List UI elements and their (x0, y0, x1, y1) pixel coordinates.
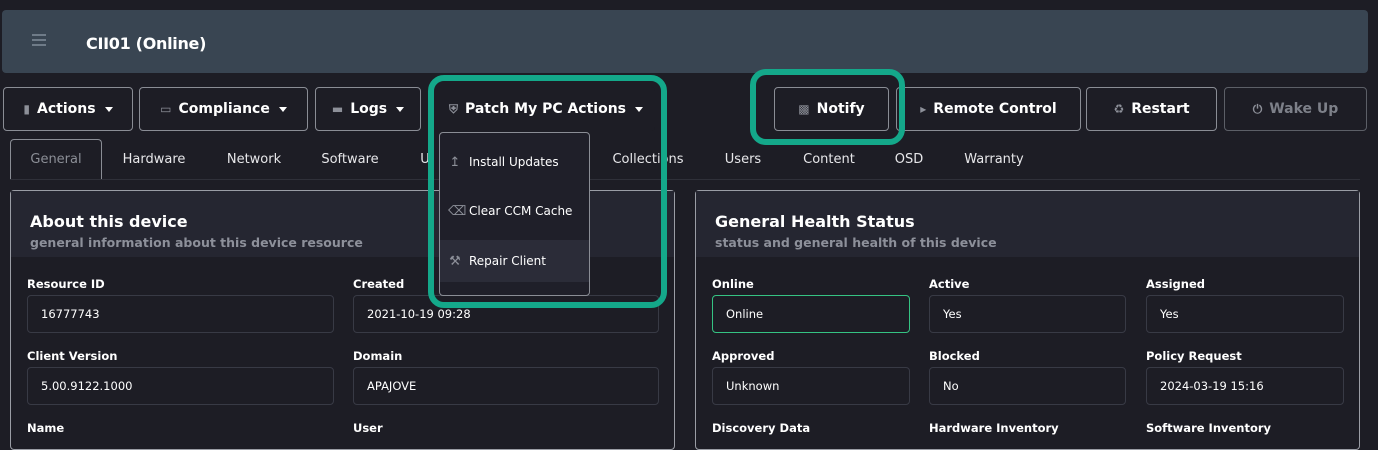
name-label: Name (27, 421, 65, 435)
software-inventory-label: Software Inventory (1146, 421, 1272, 435)
device-header: CII01 (Online) (2, 10, 1368, 73)
active-label: Active (929, 277, 970, 291)
card-subtitle: status and general health of this device (715, 235, 997, 250)
online-label: Online (712, 277, 754, 291)
client-version-label: Client Version (27, 349, 118, 363)
tab-general[interactable]: General (10, 139, 102, 179)
domain-label: Domain (353, 349, 403, 363)
comment-icon: ▩ (798, 102, 810, 116)
card-title: About this device (30, 212, 188, 231)
page-title: CII01 (Online) (86, 34, 207, 53)
recycle-icon: ♻ (1113, 102, 1125, 116)
blocked-label: Blocked (929, 349, 980, 363)
tab-network[interactable]: Network (218, 139, 290, 179)
created-label: Created (353, 277, 405, 291)
tab-osd[interactable]: OSD (888, 139, 930, 179)
logs-button[interactable]: ▬ Logs (315, 87, 421, 131)
patch-actions-menu: ↥ Install Updates ⌫ Clear CCM Cache ⚒ Re… (439, 132, 590, 296)
folder-icon: ▬ (331, 102, 344, 116)
monitor-icon: ▭ (160, 102, 172, 116)
client-version-field: 5.00.9122.1000 (27, 367, 334, 405)
active-field: Yes (929, 295, 1126, 333)
resource-id-field: 16777743 (27, 295, 334, 333)
resource-id-label: Resource ID (27, 277, 105, 291)
tab-software[interactable]: Software (312, 139, 388, 179)
tab-hardware[interactable]: Hardware (115, 139, 193, 179)
menu-item-repair-client[interactable]: ⚒ Repair Client (440, 240, 589, 282)
patch-my-pc-actions-button[interactable]: ⛨ Patch My PC Actions (437, 87, 655, 131)
remote-control-button[interactable]: ▸ Remote Control (896, 87, 1081, 131)
health-status-card: General Health Status status and general… (695, 190, 1360, 450)
assigned-label: Assigned (1146, 277, 1205, 291)
user-label: User (353, 421, 383, 435)
wrench-icon: ⚒ (449, 253, 461, 269)
menu-item-install-updates[interactable]: ↥ Install Updates (440, 141, 589, 183)
tab-divider (10, 179, 1360, 180)
hardware-inventory-label: Hardware Inventory (929, 421, 1059, 435)
clipboard-icon: ▮ (23, 102, 31, 116)
created-field: 2021-10-19 09:28 (353, 295, 659, 333)
chevron-down-icon (104, 106, 113, 112)
eraser-icon: ⌫ (448, 203, 467, 219)
assigned-field: Yes (1146, 295, 1344, 333)
menu-icon[interactable] (32, 34, 46, 49)
policy-request-label: Policy Request (1146, 349, 1242, 363)
notify-button[interactable]: ▩ Notify (774, 87, 889, 131)
shield-icon: ⛨ (448, 101, 458, 116)
tab-warranty[interactable]: Warranty (958, 139, 1030, 179)
policy-request-field: 2024-03-19 15:16 (1146, 367, 1344, 405)
menu-item-clear-ccm-cache[interactable]: ⌫ Clear CCM Cache (440, 190, 589, 232)
tag-icon: ▸ (920, 102, 927, 116)
chevron-down-icon (396, 106, 405, 112)
discovery-data-label: Discovery Data (712, 421, 811, 435)
approved-field: Unknown (712, 367, 910, 405)
restart-button[interactable]: ♻ Restart (1086, 87, 1217, 131)
tab-users[interactable]: Users (718, 139, 768, 179)
approved-label: Approved (712, 349, 775, 363)
domain-field: APAJOVE (353, 367, 659, 405)
tab-updates[interactable]: U (415, 139, 435, 179)
online-field: Online (712, 295, 910, 333)
chevron-down-icon (635, 106, 644, 112)
tab-content[interactable]: Content (796, 139, 862, 179)
compliance-button[interactable]: ▭ Compliance (139, 87, 308, 131)
blocked-field: No (929, 367, 1126, 405)
tab-collections[interactable]: Collections (606, 139, 690, 179)
chevron-down-icon (278, 106, 287, 112)
card-title: General Health Status (715, 212, 915, 231)
card-subtitle: general information about this device re… (30, 235, 363, 250)
power-icon: ⏻ (1252, 101, 1263, 116)
wake-up-button[interactable]: ⏻ Wake Up (1224, 87, 1367, 131)
upload-icon: ↥ (449, 154, 461, 170)
actions-button[interactable]: ▮ Actions (3, 87, 133, 131)
